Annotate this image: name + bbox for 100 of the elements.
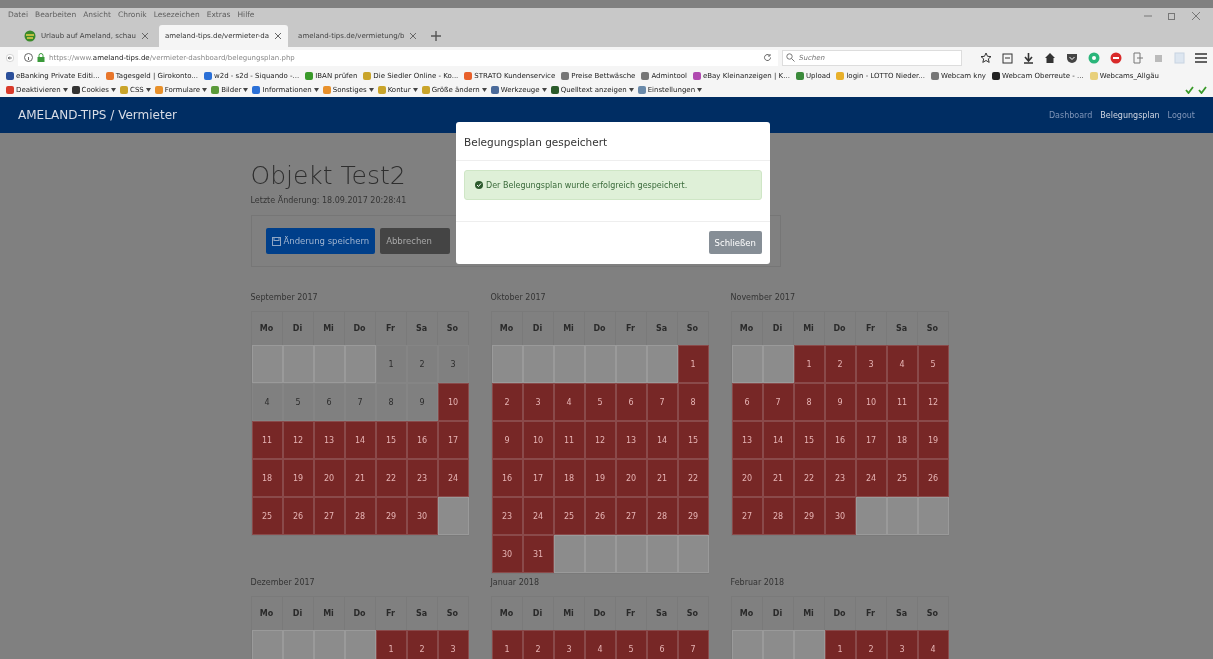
- day-cell[interactable]: 8: [793, 383, 825, 421]
- cancel-button[interactable]: Abbrechen: [380, 228, 451, 254]
- day-cell[interactable]: 16: [824, 421, 856, 459]
- day-cell[interactable]: 9: [406, 383, 438, 421]
- day-cell[interactable]: 26: [282, 497, 314, 535]
- day-cell[interactable]: 11: [251, 421, 283, 459]
- day-cell[interactable]: 10: [522, 421, 554, 459]
- day-cell[interactable]: 11: [886, 383, 918, 421]
- close-button[interactable]: Schließen: [708, 231, 762, 254]
- day-cell[interactable]: 5: [584, 383, 616, 421]
- day-cell[interactable]: 21: [344, 459, 376, 497]
- day-cell[interactable]: 29: [677, 497, 709, 535]
- day-cell[interactable]: 2: [522, 630, 554, 659]
- day-cell[interactable]: 12: [917, 383, 949, 421]
- day-cell[interactable]: 2: [824, 345, 856, 383]
- day-cell[interactable]: 8: [375, 383, 407, 421]
- day-cell[interactable]: 2: [406, 630, 438, 659]
- day-cell[interactable]: 3: [886, 630, 918, 659]
- day-cell[interactable]: 10: [437, 383, 469, 421]
- save-button[interactable]: Änderung speichern: [265, 228, 376, 254]
- day-cell[interactable]: 20: [313, 459, 345, 497]
- brand-title[interactable]: AMELAND-TIPS / Vermieter: [18, 108, 177, 122]
- day-cell[interactable]: 22: [375, 459, 407, 497]
- day-cell[interactable]: 7: [677, 630, 709, 659]
- nav-link[interactable]: Belegungsplan: [1100, 110, 1160, 120]
- day-cell[interactable]: 5: [615, 630, 647, 659]
- day-cell[interactable]: 23: [491, 497, 523, 535]
- day-cell[interactable]: 9: [491, 421, 523, 459]
- day-cell[interactable]: 13: [731, 421, 763, 459]
- day-cell[interactable]: 30: [491, 535, 523, 573]
- day-cell[interactable]: 18: [251, 459, 283, 497]
- day-cell[interactable]: 1: [491, 630, 523, 659]
- day-cell[interactable]: 15: [793, 421, 825, 459]
- day-cell[interactable]: 9: [824, 383, 856, 421]
- day-cell[interactable]: 21: [762, 459, 794, 497]
- day-cell[interactable]: 3: [553, 630, 585, 659]
- day-cell[interactable]: 12: [282, 421, 314, 459]
- day-cell[interactable]: 28: [646, 497, 678, 535]
- day-cell[interactable]: 22: [677, 459, 709, 497]
- day-cell[interactable]: 14: [344, 421, 376, 459]
- day-cell[interactable]: 4: [584, 630, 616, 659]
- day-cell[interactable]: 2: [491, 383, 523, 421]
- day-cell[interactable]: 23: [824, 459, 856, 497]
- day-cell[interactable]: 1: [375, 345, 407, 383]
- day-cell[interactable]: 13: [615, 421, 647, 459]
- day-cell[interactable]: 14: [762, 421, 794, 459]
- day-cell[interactable]: 10: [855, 383, 887, 421]
- day-cell[interactable]: 14: [646, 421, 678, 459]
- day-cell[interactable]: 24: [437, 459, 469, 497]
- day-cell[interactable]: 18: [886, 421, 918, 459]
- day-cell[interactable]: 30: [406, 497, 438, 535]
- day-cell[interactable]: 24: [855, 459, 887, 497]
- day-cell[interactable]: 7: [646, 383, 678, 421]
- day-cell[interactable]: 21: [646, 459, 678, 497]
- day-cell[interactable]: 30: [824, 497, 856, 535]
- day-cell[interactable]: 15: [677, 421, 709, 459]
- day-cell[interactable]: 12: [584, 421, 616, 459]
- day-cell[interactable]: 19: [584, 459, 616, 497]
- day-cell[interactable]: 25: [886, 459, 918, 497]
- day-cell[interactable]: 22: [793, 459, 825, 497]
- day-cell[interactable]: 20: [731, 459, 763, 497]
- day-cell[interactable]: 13: [313, 421, 345, 459]
- day-cell[interactable]: 3: [522, 383, 554, 421]
- day-cell[interactable]: 24: [522, 497, 554, 535]
- day-cell[interactable]: 6: [313, 383, 345, 421]
- day-cell[interactable]: 20: [615, 459, 647, 497]
- day-cell[interactable]: 5: [282, 383, 314, 421]
- day-cell[interactable]: 7: [762, 383, 794, 421]
- day-cell[interactable]: 8: [677, 383, 709, 421]
- day-cell[interactable]: 31: [522, 535, 554, 573]
- day-cell[interactable]: 28: [762, 497, 794, 535]
- day-cell[interactable]: 19: [917, 421, 949, 459]
- day-cell[interactable]: 4: [886, 345, 918, 383]
- nav-link[interactable]: Dashboard: [1048, 110, 1093, 120]
- day-cell[interactable]: 1: [677, 345, 709, 383]
- day-cell[interactable]: 3: [437, 345, 469, 383]
- day-cell[interactable]: 11: [553, 421, 585, 459]
- day-cell[interactable]: 23: [406, 459, 438, 497]
- day-cell[interactable]: 17: [437, 421, 469, 459]
- day-cell[interactable]: 26: [917, 459, 949, 497]
- day-cell[interactable]: 16: [491, 459, 523, 497]
- day-cell[interactable]: 1: [824, 630, 856, 659]
- day-cell[interactable]: 25: [251, 497, 283, 535]
- nav-link[interactable]: Logout: [1167, 110, 1195, 120]
- day-cell[interactable]: 5: [917, 345, 949, 383]
- day-cell[interactable]: 4: [251, 383, 283, 421]
- day-cell[interactable]: 6: [615, 383, 647, 421]
- day-cell[interactable]: 19: [282, 459, 314, 497]
- day-cell[interactable]: 16: [406, 421, 438, 459]
- day-cell[interactable]: 17: [855, 421, 887, 459]
- day-cell[interactable]: 27: [615, 497, 647, 535]
- day-cell[interactable]: 26: [584, 497, 616, 535]
- day-cell[interactable]: 6: [646, 630, 678, 659]
- day-cell[interactable]: 27: [313, 497, 345, 535]
- day-cell[interactable]: 15: [375, 421, 407, 459]
- day-cell[interactable]: 2: [855, 630, 887, 659]
- day-cell[interactable]: 4: [553, 383, 585, 421]
- day-cell[interactable]: 25: [553, 497, 585, 535]
- day-cell[interactable]: 1: [793, 345, 825, 383]
- day-cell[interactable]: 2: [406, 345, 438, 383]
